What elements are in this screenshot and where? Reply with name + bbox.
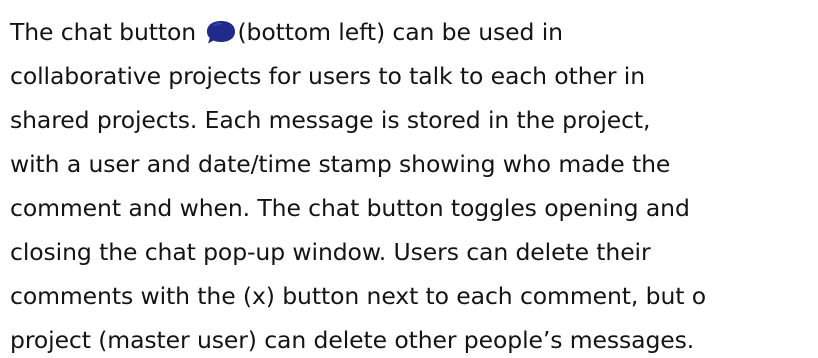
line-1-after-text: (bottom left) can be used in	[237, 18, 563, 46]
paragraph-line-8: project (master user) can delete other p…	[10, 326, 695, 354]
chat-bubble-icon	[205, 19, 237, 45]
paragraph-line-5: comment and when. The chat button toggle…	[10, 194, 690, 222]
paragraph-line-4: with a user and date/time stamp showing …	[10, 150, 671, 178]
paragraph-line-3: shared projects. Each message is stored …	[10, 106, 651, 134]
help-text-document: The chat button (bottom left) can be use…	[0, 10, 818, 358]
paragraph-line-2: collaborative projects for users to talk…	[10, 62, 646, 90]
paragraph-line-7: comments with the (x) button next to eac…	[10, 282, 707, 310]
paragraph-line-1: The chat button (bottom left) can be use…	[10, 10, 563, 54]
line-1-before-text: The chat button	[10, 18, 204, 46]
paragraph-line-6: closing the chat pop-up window. Users ca…	[10, 238, 651, 266]
